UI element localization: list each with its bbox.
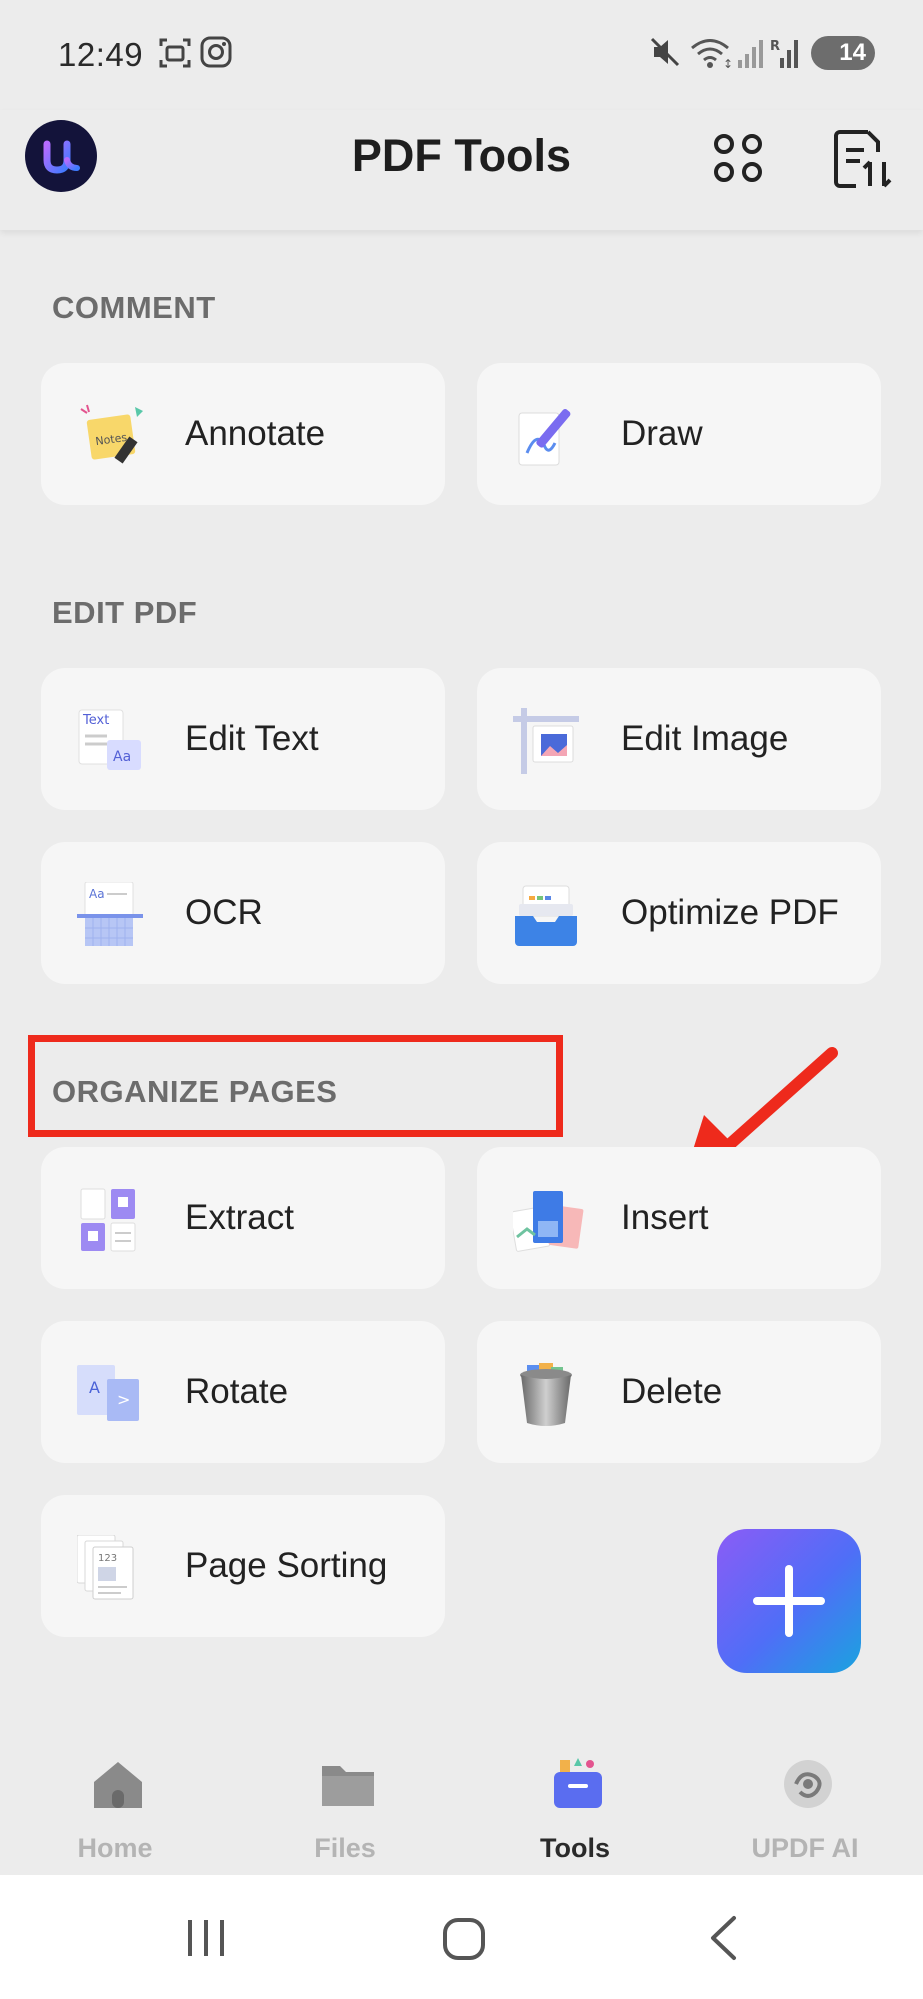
home-icon	[94, 1762, 142, 1808]
bottom-navigation: Home Files Tools UPDF AI	[0, 1740, 923, 1875]
plus-icon	[753, 1565, 825, 1637]
nav-label: Tools	[540, 1833, 610, 1863]
nav-label: Files	[314, 1833, 376, 1863]
instagram-icon	[200, 36, 232, 68]
add-fab-button[interactable]	[717, 1529, 861, 1673]
nav-files[interactable]: Files	[230, 1740, 460, 1875]
tool-label: OCR	[185, 893, 263, 932]
edit-text-icon: Text Aa	[78, 709, 141, 770]
svg-text:A: A	[89, 1378, 100, 1397]
extract-pages-icon	[80, 1188, 136, 1252]
nav-tools[interactable]: Tools	[460, 1740, 690, 1875]
page-title: PDF Tools	[351, 130, 572, 181]
ai-swirl-icon	[784, 1760, 832, 1808]
grid-view-icon[interactable]	[710, 130, 766, 186]
mute-icon	[650, 37, 680, 67]
nav-label: Home	[77, 1833, 153, 1863]
status-time: 12:49	[58, 36, 144, 73]
ocr-scan-icon: Aa	[77, 882, 143, 946]
home-button-icon[interactable]	[442, 1917, 486, 1961]
sort-files-icon[interactable]	[832, 128, 892, 190]
screenshot-icon	[159, 38, 191, 68]
app-bar: PDF Tools	[0, 110, 923, 230]
tool-insert[interactable]: Insert	[477, 1147, 881, 1289]
section-title-edit-pdf: EDIT PDF	[52, 595, 198, 630]
tool-delete[interactable]: Delete	[477, 1321, 881, 1463]
tool-extract[interactable]: Extract	[41, 1147, 445, 1289]
svg-text:>: >	[117, 1390, 130, 1409]
battery-level: 14	[839, 39, 866, 66]
folder-icon	[322, 1766, 374, 1806]
signal-icon-2: R	[770, 39, 798, 68]
tool-label: Delete	[621, 1372, 723, 1411]
svg-text:Aa: Aa	[113, 749, 131, 765]
battery-indicator: 14	[811, 36, 875, 70]
tool-optimize-pdf[interactable]: Optimize PDF	[477, 842, 881, 984]
tool-label: Rotate	[185, 1372, 289, 1411]
tool-page-sorting[interactable]: 123 Page Sorting	[41, 1495, 445, 1637]
tools-icon	[554, 1758, 602, 1808]
tool-edit-image[interactable]: Edit Image	[477, 668, 881, 810]
insert-pages-icon	[513, 1191, 584, 1252]
tool-draw[interactable]: Draw	[477, 363, 881, 505]
tool-label: Extract	[185, 1198, 294, 1237]
rotate-page-icon: A >	[77, 1365, 139, 1421]
draw-pen-icon	[518, 409, 571, 466]
highlight-annotation-box	[28, 1035, 563, 1137]
svg-text:↕: ↕	[723, 57, 733, 70]
svg-text:R: R	[770, 39, 780, 54]
recent-apps-icon[interactable]	[186, 1917, 226, 1959]
edit-image-icon	[513, 708, 579, 774]
back-icon[interactable]	[708, 1915, 738, 1961]
trash-bin-icon	[520, 1363, 572, 1426]
nav-label: UPDF AI	[751, 1833, 859, 1863]
tool-label: Edit Text	[185, 719, 319, 758]
signal-icon-1	[738, 40, 763, 68]
svg-text:Aa: Aa	[89, 887, 105, 901]
tool-edit-text[interactable]: Text Aa Edit Text	[41, 668, 445, 810]
nav-updf-ai[interactable]: UPDF AI	[690, 1740, 920, 1875]
annotate-notes-icon: Notes	[80, 404, 143, 464]
system-navigation-bar	[0, 1875, 923, 1999]
tool-label: Edit Image	[621, 719, 789, 758]
tool-annotate[interactable]: Notes Annotate	[41, 363, 445, 505]
tool-ocr[interactable]: Aa OCR	[41, 842, 445, 984]
status-bar: 12:49 ↕ R 14	[0, 0, 923, 110]
optimize-tray-icon	[515, 885, 577, 946]
tool-label: Draw	[621, 414, 703, 453]
wifi-icon: ↕	[691, 39, 733, 70]
svg-text:Text: Text	[82, 713, 109, 728]
tool-label: Annotate	[185, 414, 326, 453]
page-sorting-icon: 123	[77, 1535, 134, 1600]
tool-label: Optimize PDF	[621, 893, 839, 932]
section-title-comment: COMMENT	[52, 290, 216, 325]
svg-text:123: 123	[98, 1553, 117, 1564]
tool-label: Page Sorting	[185, 1546, 388, 1585]
nav-home[interactable]: Home	[0, 1740, 230, 1875]
tool-label: Insert	[621, 1198, 709, 1237]
tool-rotate[interactable]: A > Rotate	[41, 1321, 445, 1463]
